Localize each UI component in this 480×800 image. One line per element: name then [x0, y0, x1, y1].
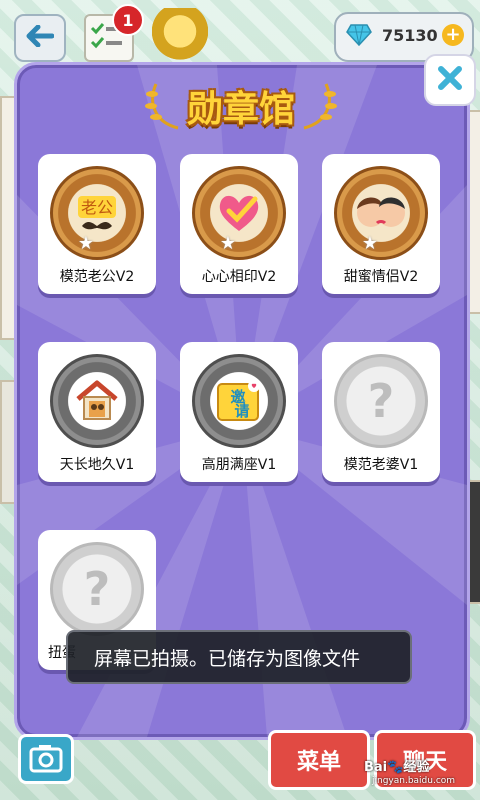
question-mark-icon: ? [367, 374, 395, 428]
task-list-icon [86, 23, 128, 60]
badge-card-full-house[interactable]: 邀请 高朋满座V1 [180, 342, 298, 482]
heart-check-icon [215, 191, 263, 235]
badge-card-sweet-couple[interactable]: ★ 甜蜜情侣V2 [322, 154, 440, 294]
watermark-url: jingyan.baidu.com [372, 776, 456, 786]
gem-count: 75130 [382, 26, 438, 45]
notification-badge: 1 [112, 4, 144, 36]
svg-text:请: 请 [234, 402, 249, 420]
badge-label: 甜蜜情侣V2 [343, 269, 419, 285]
dialog-title: 勋章馆 [145, 72, 337, 136]
badge-label: 天长地久V1 [59, 457, 135, 473]
star-icon: ★ [77, 233, 95, 254]
badge-card-model-wife[interactable]: ? 模范老婆V1 [322, 342, 440, 482]
page-title: 勋章馆 [186, 89, 295, 130]
trophy-icon[interactable] [152, 8, 208, 60]
plus-icon[interactable]: + [442, 24, 464, 46]
husband-mustache-icon: 老公 [74, 190, 120, 236]
invite-icon: 邀请 [214, 378, 264, 424]
star-icon: ★ [219, 233, 237, 254]
kissing-couple-icon [355, 191, 407, 235]
diamond-icon [346, 24, 372, 50]
bronze-medal: 老公 [50, 166, 144, 260]
menu-button[interactable]: 菜单 [268, 730, 370, 790]
badge-label: 高朋满座V1 [201, 457, 277, 473]
badge-card-forever[interactable]: 天长地久V1 [38, 342, 156, 482]
badge-card-model-husband[interactable]: 老公 ★ 模范老公V2 [38, 154, 156, 294]
badge-label: 心心相印V2 [201, 269, 277, 285]
camera-button[interactable] [18, 734, 74, 784]
house-couple-icon [74, 379, 120, 423]
silver-medal [50, 354, 144, 448]
bronze-medal [192, 166, 286, 260]
camera-icon [21, 745, 71, 785]
back-arrow-icon [26, 24, 55, 51]
question-mark-icon: ? [83, 562, 111, 616]
badge-label: 模范老婆V1 [343, 457, 419, 473]
watermark-brand: Bai🐾经验 [364, 760, 430, 775]
bronze-medal [334, 166, 428, 260]
close-icon [436, 64, 464, 96]
badge-card-heart-to-heart[interactable]: ★ 心心相印V2 [180, 154, 298, 294]
top-bar: 1 75130 + [0, 0, 480, 64]
locked-medal: ? [50, 542, 144, 636]
badge-label: 模范老公V2 [59, 269, 135, 285]
back-button[interactable] [14, 14, 66, 62]
screenshot-toast: 屏幕已拍摄。已储存为图像文件 [66, 630, 412, 684]
locked-medal: ? [334, 354, 428, 448]
star-icon: ★ [361, 233, 379, 254]
svg-text:老公: 老公 [81, 198, 113, 217]
silver-medal: 邀请 [192, 354, 286, 448]
close-button[interactable] [424, 54, 476, 106]
